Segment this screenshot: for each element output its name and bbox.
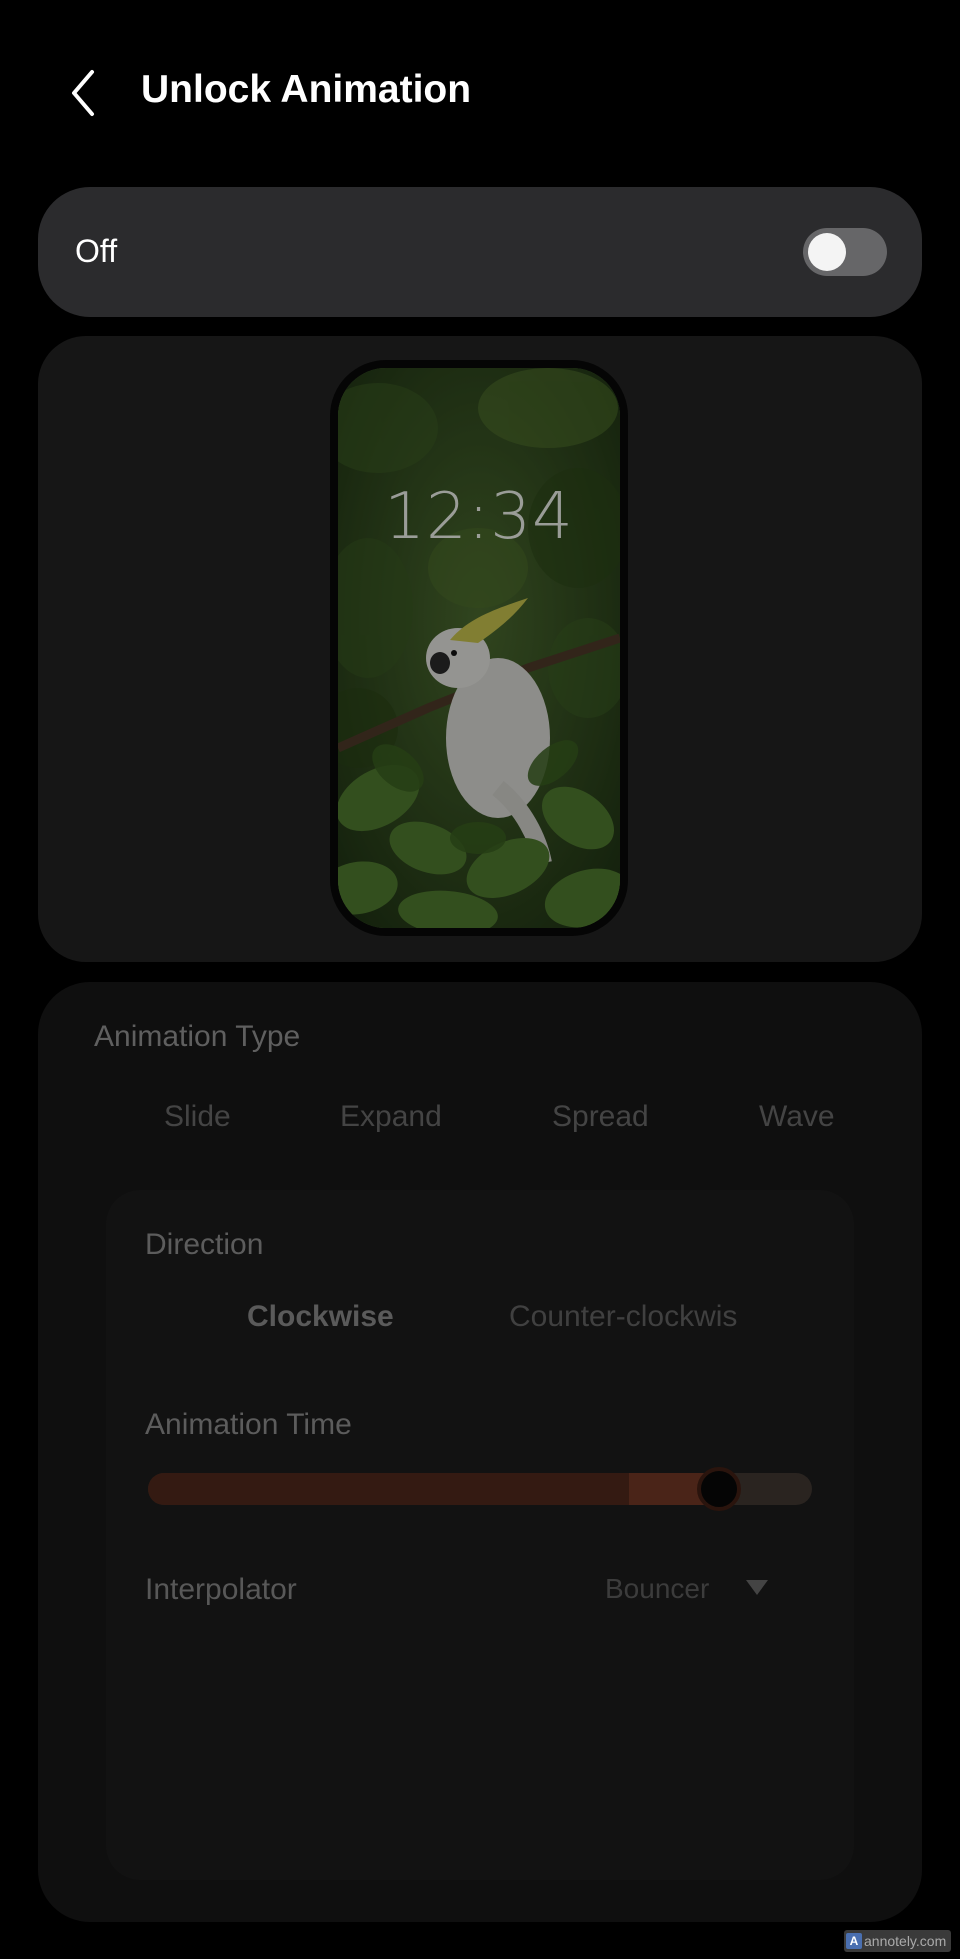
phone-preview: 12:34: [330, 360, 628, 936]
watermark: A annotely.com: [844, 1930, 952, 1952]
master-switch-card[interactable]: Off: [38, 187, 922, 317]
tab-expand[interactable]: Expand: [340, 1100, 442, 1134]
interpolator-label: Interpolator: [145, 1573, 297, 1606]
annotely-logo-icon: A: [846, 1933, 862, 1949]
toggle-knob: [808, 233, 846, 271]
slider-thumb[interactable]: [697, 1467, 742, 1511]
back-button[interactable]: [58, 62, 108, 124]
master-switch-label: Off: [75, 233, 118, 269]
direction-label: Direction: [145, 1228, 264, 1261]
animation-time-label: Animation Time: [145, 1408, 352, 1441]
tab-wave[interactable]: Wave: [759, 1100, 835, 1134]
interpolator-dropdown[interactable]: Bouncer: [605, 1573, 709, 1605]
chevron-left-icon: [72, 70, 94, 116]
lockscreen-clock: 12:34: [384, 480, 574, 554]
dropdown-arrow-icon[interactable]: [746, 1580, 768, 1595]
animation-options-panel: [106, 1190, 854, 1880]
cockatoo-wallpaper-image: [338, 368, 620, 928]
direction-counter-clockwise-option[interactable]: Counter-clockwis: [509, 1300, 737, 1334]
direction-clockwise-option[interactable]: Clockwise: [247, 1300, 394, 1334]
page-title: Unlock Animation: [141, 68, 472, 111]
master-toggle-switch[interactable]: [803, 228, 887, 276]
app-header: Unlock Animation: [0, 0, 960, 185]
tab-spread[interactable]: Spread: [552, 1100, 649, 1134]
preview-card: 12:34: [38, 336, 922, 962]
tab-slide[interactable]: Slide: [164, 1100, 231, 1134]
watermark-text: annotely.com: [864, 1933, 947, 1949]
lockscreen-wallpaper: 12:34: [338, 368, 620, 928]
animation-type-label: Animation Type: [94, 1020, 301, 1053]
